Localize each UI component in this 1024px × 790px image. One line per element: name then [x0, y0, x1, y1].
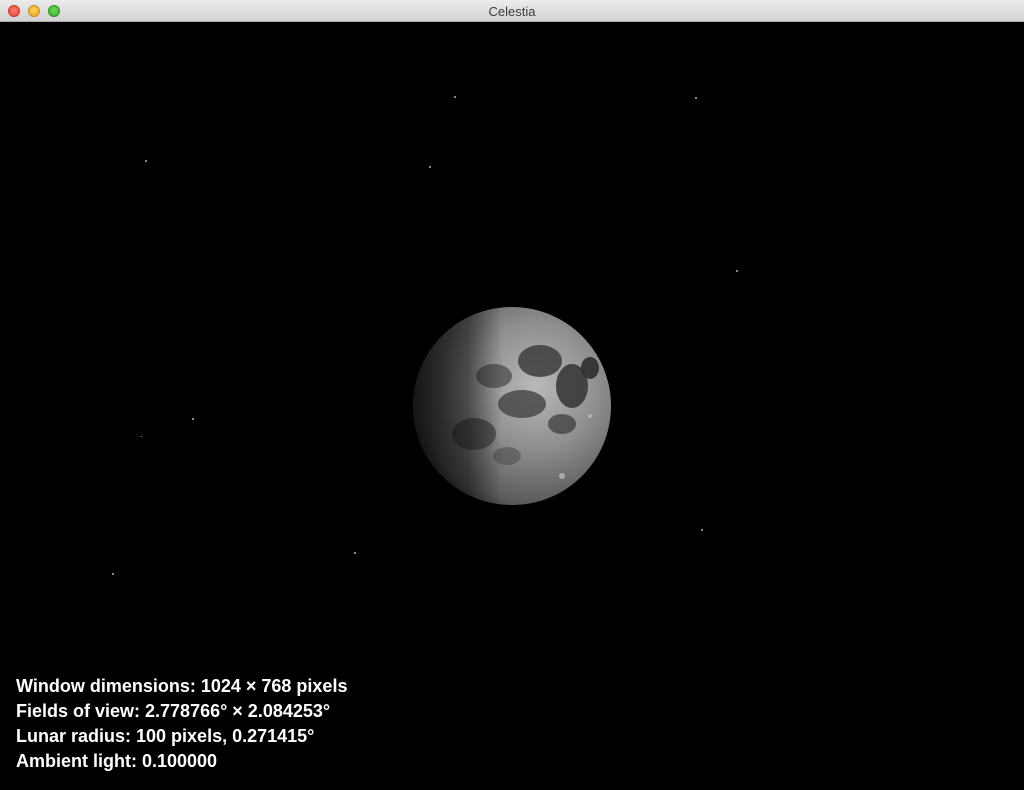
star: [429, 166, 431, 168]
star: [141, 436, 142, 437]
star: [695, 97, 697, 99]
star: [354, 552, 356, 554]
star: [701, 529, 703, 531]
star: [736, 270, 738, 272]
star: [145, 160, 147, 162]
celestia-window: Celestia Window dimensions: 1024 × 768 p…: [0, 0, 1024, 790]
star: [454, 96, 456, 98]
info-overlay: Window dimensions: 1024 × 768 pixels Fie…: [16, 674, 347, 774]
moon: [413, 307, 611, 505]
window-title: Celestia: [488, 4, 536, 19]
fields-of-view-text: Fields of view: 2.778766° × 2.084253°: [16, 701, 331, 721]
title-bar[interactable]: Celestia: [0, 0, 1024, 22]
sky-viewport[interactable]: Window dimensions: 1024 × 768 pixels Fie…: [0, 22, 1024, 790]
ambient-light-text: Ambient light: 0.100000: [16, 751, 218, 771]
lunar-radius-text: Lunar radius: 100 pixels, 0.271415°: [16, 726, 315, 746]
star: [112, 573, 114, 575]
window-dimensions-text: Window dimensions: 1024 × 768 pixels: [16, 676, 348, 696]
star: [192, 418, 194, 420]
